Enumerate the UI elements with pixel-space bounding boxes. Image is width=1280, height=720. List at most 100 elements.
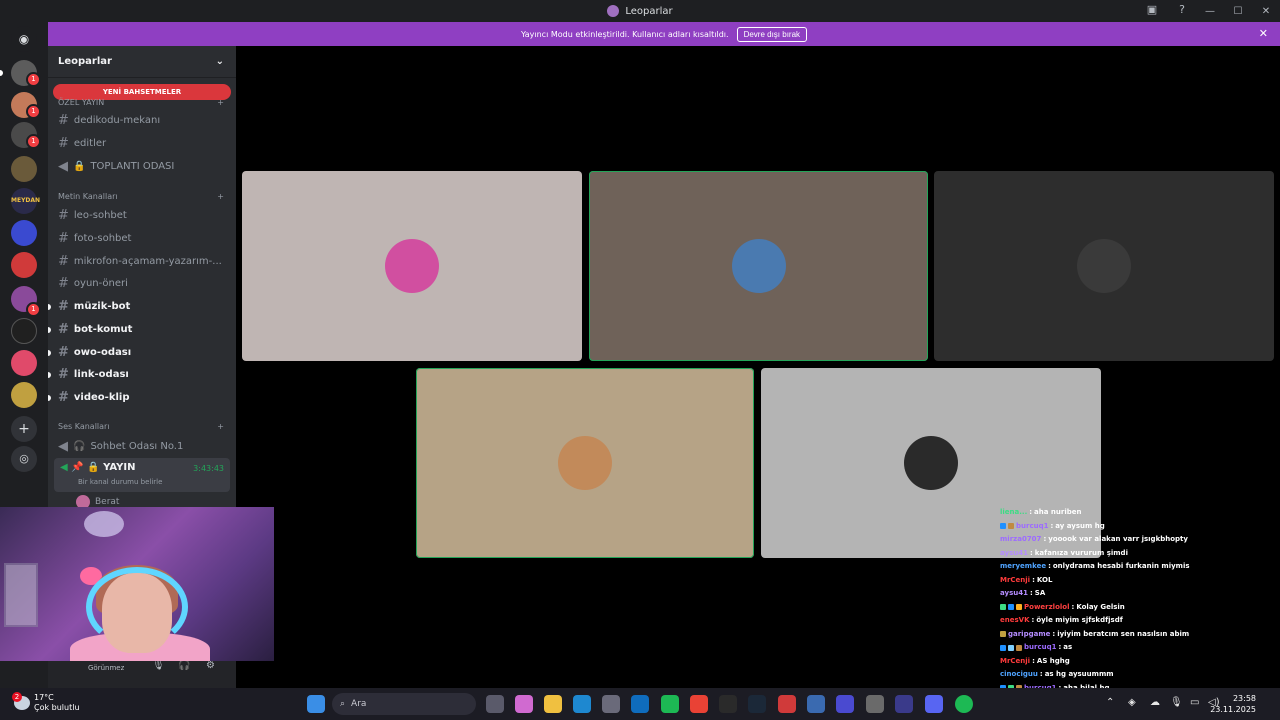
cloud-icon[interactable]: ☁ — [1150, 697, 1160, 708]
chat-text: yooook var alakan varr jsıgkbhopty — [1048, 535, 1188, 543]
channel-label: video-klip — [73, 392, 130, 403]
channel-mikrofon[interactable]: # mikrofon-açamam-yazarım-... — [58, 254, 228, 269]
category-ozel[interactable]: ÖZEL YAYIN + — [58, 98, 224, 107]
channel-video[interactable]: # video-klip — [58, 390, 228, 405]
headphones-icon: 🎧 — [73, 441, 86, 452]
close-window-button[interactable]: ✕ — [1252, 6, 1280, 17]
chat-text: öyle miyim sjfskdfjsdf — [1036, 616, 1123, 624]
participant-tile[interactable] — [242, 171, 582, 361]
add-server-icon[interactable]: + — [11, 416, 37, 442]
app-icon[interactable] — [836, 695, 854, 713]
chat-separator: : — [1050, 521, 1054, 530]
category-ses[interactable]: Ses Kanalları + — [58, 422, 224, 431]
store-icon[interactable] — [602, 695, 620, 713]
window-frame — [4, 563, 38, 627]
copilot-icon[interactable] — [515, 695, 533, 713]
chat-text: KOL — [1036, 575, 1053, 584]
edge-icon[interactable] — [573, 695, 591, 713]
channel-toplanti[interactable]: ◀ 🔒 TOPLANTI ODASI — [58, 159, 228, 174]
lock-icon: 🔒 — [73, 161, 86, 172]
chat-text: as hg aysuummm — [1044, 670, 1114, 678]
chat-text: kafanıza vururum şimdi — [1034, 548, 1128, 557]
chat-text: AS hghg — [1036, 656, 1070, 665]
xbox-icon[interactable] — [661, 695, 679, 713]
minimize-button[interactable]: — — [1196, 6, 1224, 17]
server-icon[interactable] — [11, 156, 37, 182]
weather-widget[interactable]: 2 17°C Çok bulutlu — [12, 692, 80, 713]
inbox-icon[interactable]: ▣ — [1144, 3, 1160, 19]
add-channel-icon[interactable]: + — [217, 192, 224, 201]
clock[interactable]: 23:58 23.11.2025 — [1210, 693, 1256, 715]
steam-icon[interactable] — [748, 695, 766, 713]
close-icon[interactable]: ✕ — [1259, 27, 1268, 40]
channel-owo[interactable]: # owo-odası — [58, 345, 228, 360]
search-input[interactable]: ⌕ Ara — [332, 693, 476, 715]
app-tray-icon[interactable]: ◈ — [1128, 697, 1136, 708]
channel-dedikodu[interactable]: # dedikodu-mekanı — [58, 113, 228, 128]
search-placeholder: Ara — [351, 699, 367, 709]
microphone-icon[interactable]: 🎙 — [1170, 697, 1183, 708]
spotify-icon[interactable] — [955, 695, 973, 713]
chat-message: meryemkee: onlydrama hesabi furkanin miym… — [1000, 560, 1200, 574]
epic-games-icon[interactable] — [719, 695, 737, 713]
explore-icon[interactable]: ◎ — [11, 446, 37, 472]
channel-link[interactable]: # link-odası — [58, 367, 228, 382]
app-icon[interactable] — [807, 695, 825, 713]
outlook-icon[interactable] — [631, 695, 649, 713]
channel-foto-sohbet[interactable]: # foto-sohbet — [58, 231, 228, 246]
participant-tile[interactable] — [416, 368, 754, 558]
gear-icon[interactable]: ⚙ — [206, 660, 215, 671]
app-icon[interactable] — [895, 695, 913, 713]
mention-badge: 1 — [26, 104, 41, 119]
server-icon[interactable] — [11, 350, 37, 376]
chrome-icon[interactable] — [690, 695, 708, 713]
add-channel-icon[interactable]: + — [217, 422, 224, 431]
windows-taskbar: 2 17°C Çok bulutlu ⌕ Ara ⌃ ◈ ☁ 🎙 ▭ ◁) 23:… — [0, 688, 1280, 720]
chat-message: aysu41: kafanıza vururum şimdi — [1000, 547, 1200, 561]
participant-tile[interactable] — [934, 171, 1274, 361]
guild-name: Leoparlar — [58, 56, 112, 67]
channel-bot-komut[interactable]: # bot-komut — [58, 322, 228, 337]
discord-home-icon[interactable]: ◉ — [11, 26, 37, 52]
task-view-icon[interactable] — [486, 695, 504, 713]
category-metin[interactable]: Metin Kanalları + — [58, 192, 224, 201]
channel-muzik-bot[interactable]: # müzik-bot — [58, 299, 228, 314]
chevron-up-icon[interactable]: ⌃ — [1106, 697, 1114, 708]
server-icon[interactable] — [11, 252, 37, 278]
discord-icon[interactable] — [925, 695, 943, 713]
channel-editler[interactable]: # editler — [58, 136, 228, 151]
channel-oyun[interactable]: # oyun-öneri — [58, 276, 228, 291]
maximize-button[interactable]: ☐ — [1224, 6, 1252, 17]
start-icon[interactable] — [307, 695, 325, 713]
avatar — [1077, 239, 1131, 293]
network-icon[interactable]: ▭ — [1190, 697, 1199, 708]
chat-message: burcuq1: as — [1000, 641, 1200, 655]
server-icon[interactable] — [11, 382, 37, 408]
member-name: Berat — [95, 497, 120, 507]
app-icon[interactable] — [778, 695, 796, 713]
server-icon[interactable] — [11, 220, 37, 246]
headphones-icon[interactable]: 🎧 — [178, 660, 190, 671]
voice-channel-yayin[interactable]: ◀ 📌 🔒 YAYIN 3:43:43 Bir kanal durumu bel… — [54, 458, 230, 492]
help-icon[interactable]: ? — [1174, 3, 1190, 19]
chat-message: MrCenji: AS hghg — [1000, 655, 1200, 669]
channel-status[interactable]: Bir kanal durumu belirle — [78, 478, 162, 486]
microphone-icon[interactable]: 🎙 — [152, 660, 165, 671]
channel-label: oyun-öneri — [73, 278, 128, 289]
server-icon — [607, 5, 620, 17]
unread-indicator — [48, 372, 51, 378]
channel-leo-sohbet[interactable]: # leo-sohbet — [58, 208, 228, 223]
add-channel-icon[interactable]: + — [217, 98, 224, 107]
server-icon[interactable] — [11, 318, 37, 344]
hash-icon: # — [58, 231, 69, 246]
notification-badge: 2 — [12, 692, 22, 702]
voice-channel-sohbet[interactable]: ◀ 🎧 Sohbet Odası No.1 — [58, 439, 228, 454]
file-explorer-icon[interactable] — [544, 695, 562, 713]
obs-icon[interactable] — [866, 695, 884, 713]
banner-text: Yayıncı Modu etkinleştirildi. Kullanıcı … — [520, 29, 729, 39]
disable-streamer-mode-button[interactable]: Devre dışı bırak — [736, 26, 808, 42]
guild-header[interactable]: Leoparlar ⌄ — [48, 46, 236, 78]
participant-tile[interactable] — [589, 171, 928, 361]
speaker-icon: ◀ — [58, 159, 68, 174]
server-icon[interactable]: MEYDAN — [11, 188, 40, 214]
